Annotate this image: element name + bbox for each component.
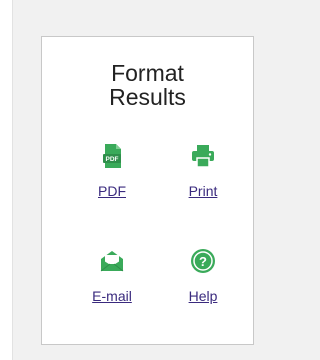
pdf-file-icon: PDF (103, 144, 121, 168)
pdf-label: PDF (98, 183, 126, 199)
help-button[interactable]: ? Help (173, 248, 233, 304)
email-button[interactable]: E-mail (82, 248, 142, 304)
help-circle-icon: ? (191, 249, 215, 273)
printer-icon (192, 145, 214, 168)
panel-title-line2: Results (109, 84, 186, 110)
svg-text:?: ? (199, 254, 207, 269)
panel-title: Format Results (42, 61, 253, 109)
envelope-icon (100, 251, 124, 272)
page-left-edge (0, 0, 13, 360)
panel-title-line1: Format (111, 60, 184, 86)
pdf-button[interactable]: PDF PDF (82, 143, 142, 199)
format-results-panel: Format Results PDF PDF Print E-mail ? He… (41, 36, 254, 345)
print-label: Print (188, 183, 218, 199)
email-label: E-mail (92, 288, 132, 304)
help-label: Help (188, 288, 218, 304)
svg-text:PDF: PDF (106, 156, 119, 163)
print-button[interactable]: Print (173, 143, 233, 199)
